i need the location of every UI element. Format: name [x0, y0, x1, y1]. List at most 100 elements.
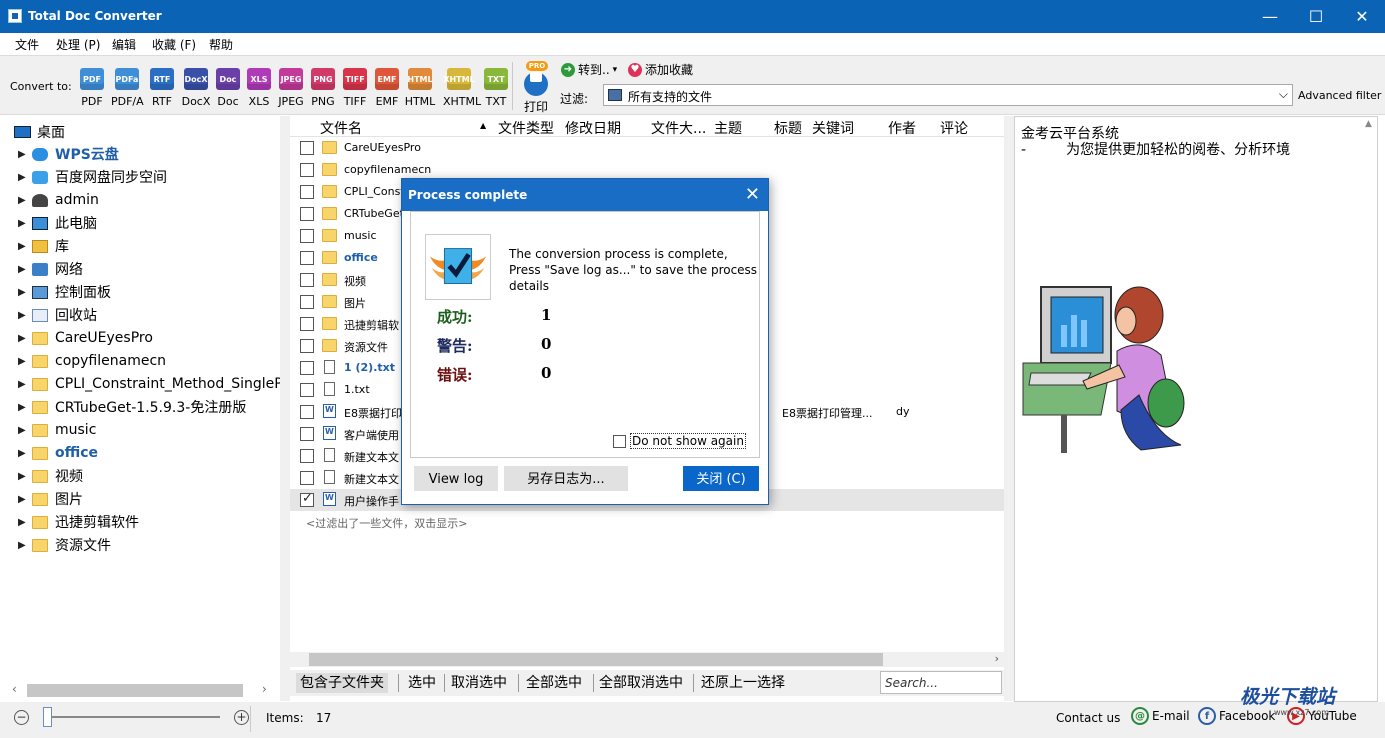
add-favorite-button[interactable]: ♥ 添加收藏 — [628, 61, 693, 78]
scroll-right-icon[interactable]: › — [995, 652, 999, 665]
tree-item[interactable]: ▶ 图片 — [18, 488, 83, 510]
expand-arrow-icon[interactable]: ▶ — [18, 195, 32, 206]
tree-item[interactable]: ▶ office — [18, 442, 98, 464]
column-subject[interactable]: 主题 — [714, 118, 742, 138]
tree-item[interactable]: ▶ CareUEyesPro — [18, 327, 153, 349]
row-checkbox[interactable] — [300, 383, 314, 397]
tree-item[interactable]: ▶ 百度网盘同步空间 — [18, 166, 167, 188]
tree-item[interactable]: ▶ WPS云盘 — [18, 143, 119, 165]
menu-file[interactable]: 文件 — [15, 36, 39, 53]
tree-item[interactable]: ▶ 此电脑 — [18, 212, 97, 234]
scrollbar-thumb[interactable] — [309, 653, 883, 666]
column-modified-date[interactable]: 修改日期 — [565, 118, 621, 138]
row-checkbox[interactable] — [300, 295, 314, 309]
facebook-link[interactable]: f Facebook — [1198, 707, 1275, 725]
column-title[interactable]: 标题 — [774, 118, 802, 138]
check-button[interactable]: 选中 — [404, 673, 440, 693]
convert-txt-button[interactable]: TXT TXT — [480, 68, 512, 108]
column-file-type[interactable]: 文件类型 — [498, 118, 554, 138]
expand-arrow-icon[interactable]: ▶ — [18, 540, 32, 551]
column-comments[interactable]: 评论 — [940, 118, 968, 138]
zoom-out-button[interactable]: − — [14, 710, 29, 725]
column-file-name[interactable]: 文件名 — [320, 118, 362, 138]
check-all-button[interactable]: 全部选中 — [522, 673, 586, 693]
restore-selection-button[interactable]: 还原上一选择 — [697, 673, 789, 693]
convert-pdf-a-button[interactable]: PDFa PDF/A — [111, 68, 144, 108]
minimize-button[interactable]: — — [1247, 0, 1293, 33]
tree-item[interactable]: ▶ 网络 — [18, 258, 83, 280]
convert-doc-button[interactable]: Doc Doc — [212, 68, 244, 108]
row-checkbox[interactable] — [300, 361, 314, 375]
uncheck-all-button[interactable]: 全部取消选中 — [595, 673, 687, 693]
convert-rtf-button[interactable]: RTF RTF — [146, 68, 178, 108]
tree-horizontal-scrollbar[interactable]: ‹ › — [0, 679, 280, 701]
expand-arrow-icon[interactable]: ▶ — [18, 379, 32, 390]
table-row[interactable]: CareUEyesPro — [290, 137, 1004, 159]
expand-arrow-icon[interactable]: ▶ — [18, 333, 32, 344]
expand-arrow-icon[interactable]: ▶ — [18, 218, 32, 229]
close-window-button[interactable]: ✕ — [1339, 0, 1385, 33]
convert-jpeg-button[interactable]: JPEG JPEG — [275, 68, 307, 108]
column-file-size[interactable]: 文件大... — [651, 118, 706, 138]
convert-xhtml-button[interactable]: XHTML XHTML — [443, 68, 481, 108]
include-subfolders-button[interactable]: 包含子文件夹 — [296, 673, 388, 693]
convert-pdf-button[interactable]: PDF PDF — [76, 68, 108, 108]
expand-arrow-icon[interactable]: ▶ — [18, 517, 32, 528]
tree-item[interactable]: ▶ music — [18, 419, 96, 441]
row-checkbox[interactable] — [300, 207, 314, 221]
expand-arrow-icon[interactable]: ▶ — [18, 287, 32, 298]
maximize-button[interactable]: ☐ — [1293, 0, 1339, 33]
goto-button[interactable]: ➜ 转到.. ▾ — [561, 61, 617, 78]
expand-arrow-icon[interactable]: ▶ — [18, 471, 32, 482]
column-keywords[interactable]: 关键词 — [812, 118, 854, 138]
dialog-close-icon[interactable]: ✕ — [745, 184, 760, 205]
expand-arrow-icon[interactable]: ▶ — [18, 356, 32, 367]
advanced-filter-link[interactable]: Advanced filter — [1298, 89, 1381, 102]
row-checkbox[interactable] — [300, 273, 314, 287]
tree-item[interactable]: ▶ 库 — [18, 235, 69, 257]
expand-arrow-icon[interactable]: ▶ — [18, 149, 32, 160]
scrollbar-thumb[interactable] — [27, 684, 243, 697]
tree-item[interactable]: ▶ copyfilenamecn — [18, 350, 166, 372]
zoom-slider-thumb[interactable] — [43, 707, 52, 727]
filter-select[interactable]: 所有支持的文件 ⌵ — [603, 84, 1293, 106]
expand-arrow-icon[interactable]: ▶ — [18, 172, 32, 183]
tree-root-desktop[interactable]: 桌面 — [14, 122, 65, 142]
row-checkbox[interactable] — [300, 405, 314, 419]
expand-arrow-icon[interactable]: ▶ — [18, 448, 32, 459]
row-checkbox[interactable] — [300, 185, 314, 199]
tree-item[interactable]: ▶ 资源文件 — [18, 534, 111, 556]
row-checkbox[interactable] — [300, 141, 314, 155]
column-author[interactable]: 作者 — [888, 118, 916, 138]
dont-show-again-checkbox[interactable]: Do not show again — [613, 433, 746, 449]
scroll-up-icon[interactable]: ▲ — [1365, 119, 1372, 129]
expand-arrow-icon[interactable]: ▶ — [18, 425, 32, 436]
row-checkbox[interactable] — [300, 491, 314, 507]
expand-arrow-icon[interactable]: ▶ — [18, 241, 32, 252]
convert-emf-button[interactable]: EMF EMF — [371, 68, 403, 108]
scroll-right-icon[interactable]: › — [262, 682, 267, 696]
row-checkbox[interactable] — [300, 427, 314, 441]
tree-item[interactable]: ▶ 迅捷剪辑软件 — [18, 511, 139, 533]
expand-arrow-icon[interactable]: ▶ — [18, 310, 32, 321]
convert-html-button[interactable]: HTML HTML — [404, 68, 436, 108]
row-checkbox[interactable] — [300, 229, 314, 243]
tree-item[interactable]: ▶ admin — [18, 189, 99, 211]
view-log-button[interactable]: View log — [414, 466, 498, 491]
zoom-in-button[interactable]: + — [234, 710, 249, 725]
row-checkbox[interactable] — [300, 251, 314, 265]
convert-png-button[interactable]: PNG PNG — [307, 68, 339, 108]
uncheck-button[interactable]: 取消选中 — [447, 673, 511, 693]
file-list-horizontal-scrollbar[interactable]: › — [290, 652, 1004, 667]
row-checkbox[interactable] — [300, 339, 314, 353]
tree-item[interactable]: ▶ 回收站 — [18, 304, 97, 326]
preview-vertical-scrollbar[interactable]: ▲ — [1363, 117, 1377, 701]
tree-item[interactable]: ▶ 控制面板 — [18, 281, 111, 303]
save-log-button[interactable]: 另存日志为... — [504, 466, 628, 491]
search-input[interactable]: Search... — [880, 671, 1002, 694]
row-checkbox[interactable] — [300, 449, 314, 463]
menu-help[interactable]: 帮助 — [209, 36, 233, 53]
menu-process[interactable]: 处理 (P) — [56, 36, 100, 53]
filtered-files-note[interactable]: <过滤出了一些文件，双击显示> — [306, 515, 467, 531]
row-checkbox[interactable] — [300, 471, 314, 485]
